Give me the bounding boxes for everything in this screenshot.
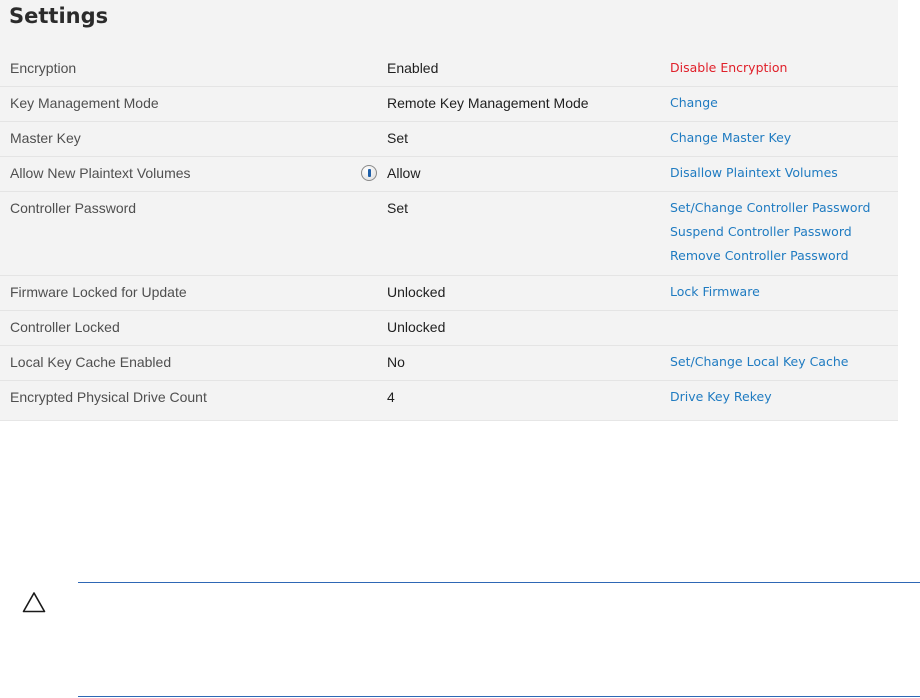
remove-controller-password-link[interactable]: Remove Controller Password (670, 248, 870, 264)
setting-label: Master Key (10, 130, 81, 146)
setting-value: 4 (387, 389, 395, 405)
setting-actions: Drive Key Rekey (670, 389, 772, 405)
disallow-plaintext-volumes-link[interactable]: Disallow Plaintext Volumes (670, 165, 838, 181)
drive-key-rekey-link[interactable]: Drive Key Rekey (670, 389, 772, 405)
setting-value: Remote Key Management Mode (387, 95, 589, 111)
setting-row-controller-locked: Controller Locked Unlocked (0, 311, 898, 346)
setting-row-master-key: Master Key Set Change Master Key (0, 122, 898, 157)
setting-value: Unlocked (387, 319, 446, 335)
setting-actions: Set/Change Local Key Cache (670, 354, 848, 370)
set-change-local-key-cache-link[interactable]: Set/Change Local Key Cache (670, 354, 848, 370)
setting-row-firmware-locked: Firmware Locked for Update Unlocked Lock… (0, 276, 898, 311)
caution-top-rule (78, 582, 920, 583)
setting-row-key-management-mode: Key Management Mode Remote Key Managemen… (0, 87, 898, 122)
setting-actions: Disable Encryption (670, 60, 787, 76)
setting-value: Unlocked (387, 284, 446, 300)
setting-row-controller-password: Controller Password Set Set/Change Contr… (0, 192, 898, 276)
change-master-key-link[interactable]: Change Master Key (670, 130, 791, 146)
setting-label: Controller Password (10, 200, 137, 216)
setting-actions: Change Master Key (670, 130, 791, 146)
suspend-controller-password-link[interactable]: Suspend Controller Password (670, 224, 870, 240)
settings-panel: Settings Encryption Enabled Disable Encr… (0, 0, 898, 421)
lock-firmware-link[interactable]: Lock Firmware (670, 284, 760, 300)
setting-value: No (387, 354, 405, 370)
setting-row-encryption: Encryption Enabled Disable Encryption (0, 52, 898, 87)
warning-triangle-icon (22, 592, 46, 613)
setting-row-local-key-cache: Local Key Cache Enabled No Set/Change Lo… (0, 346, 898, 381)
setting-value: Set (387, 130, 409, 146)
caution-bottom-rule (78, 696, 920, 697)
setting-label: Local Key Cache Enabled (10, 354, 172, 370)
setting-actions: Change (670, 95, 718, 111)
setting-row-encrypted-drive-count: Encrypted Physical Drive Count 4 Drive K… (0, 381, 898, 415)
settings-table: Encryption Enabled Disable Encryption Ke… (0, 52, 898, 415)
info-icon[interactable] (361, 165, 377, 181)
setting-row-allow-plaintext-volumes: Allow New Plaintext Volumes Allow Disall… (0, 157, 898, 192)
setting-value: Set (387, 200, 409, 216)
settings-title: Settings (9, 4, 109, 28)
setting-actions: Lock Firmware (670, 284, 760, 300)
setting-label: Encrypted Physical Drive Count (10, 389, 207, 405)
change-key-management-link[interactable]: Change (670, 95, 718, 111)
setting-label: Controller Locked (10, 319, 120, 335)
setting-label: Allow New Plaintext Volumes (10, 165, 191, 181)
setting-actions: Set/Change Controller Password Suspend C… (670, 200, 870, 264)
setting-actions: Disallow Plaintext Volumes (670, 165, 838, 181)
setting-label: Key Management Mode (10, 95, 159, 111)
setting-label: Firmware Locked for Update (10, 284, 187, 300)
disable-encryption-link[interactable]: Disable Encryption (670, 60, 787, 76)
set-change-controller-password-link[interactable]: Set/Change Controller Password (670, 200, 870, 216)
setting-value: Allow (387, 165, 421, 181)
setting-value: Enabled (387, 60, 439, 76)
setting-label: Encryption (10, 60, 77, 76)
